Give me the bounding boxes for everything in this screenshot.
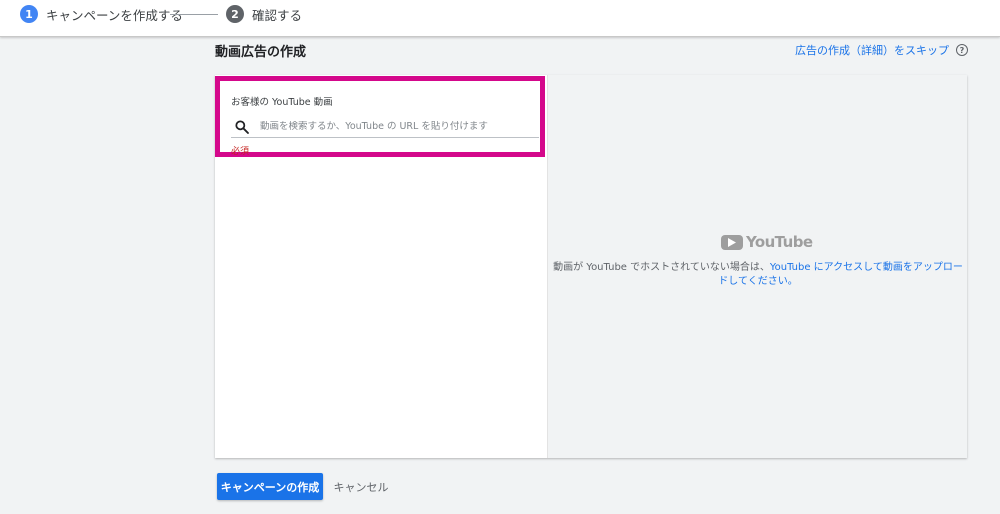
upload-hint-text: 動画が YouTube でホストされていない場合は、YouTube にアクセスし… (550, 261, 966, 289)
youtube-logo-text: YouTube (746, 233, 813, 251)
video-search-row (231, 116, 539, 138)
skip-link-group: 広告の作成（詳細）をスキップ ? (795, 42, 968, 58)
step-2[interactable]: 2 確認する (226, 5, 302, 23)
video-selection-pane: お客様の YouTube 動画 必須 (215, 75, 546, 458)
step-2-number: 2 (226, 5, 244, 23)
youtube-logo-icon: YouTube (721, 233, 813, 251)
skip-advanced-link[interactable]: 広告の作成（詳細）をスキップ (795, 42, 949, 58)
video-ad-card: お客様の YouTube 動画 必須 YouTube 動画が YouTube で… (215, 75, 967, 458)
step-1-number: 1 (20, 5, 38, 23)
step-1[interactable]: 1 キャンペーンを作成する (20, 5, 183, 23)
video-preview-pane: YouTube 動画が YouTube でホストされていない場合は、YouTub… (547, 75, 967, 458)
top-stepper-bar: 1 キャンペーンを作成する 2 確認する (0, 0, 1000, 37)
search-icon (231, 116, 253, 138)
help-circle-icon[interactable]: ? (956, 44, 968, 56)
cancel-button[interactable]: キャンセル (330, 473, 392, 500)
video-field-label: お客様の YouTube 動画 (231, 97, 333, 108)
page-title: 動画広告の作成 (215, 45, 307, 60)
step-1-label: キャンペーンを作成する (46, 7, 183, 23)
required-error-text: 必須 (231, 147, 250, 157)
video-search-input[interactable] (260, 121, 530, 132)
create-campaign-button[interactable]: キャンペーンの作成 (217, 473, 323, 500)
upload-hint-prefix: 動画が YouTube でホストされていない場合は、 (553, 262, 770, 273)
step-2-label: 確認する (252, 7, 303, 23)
highlighted-video-field: お客様の YouTube 動画 必須 (215, 76, 545, 157)
step-connector (170, 14, 218, 15)
youtube-play-icon (721, 234, 743, 250)
